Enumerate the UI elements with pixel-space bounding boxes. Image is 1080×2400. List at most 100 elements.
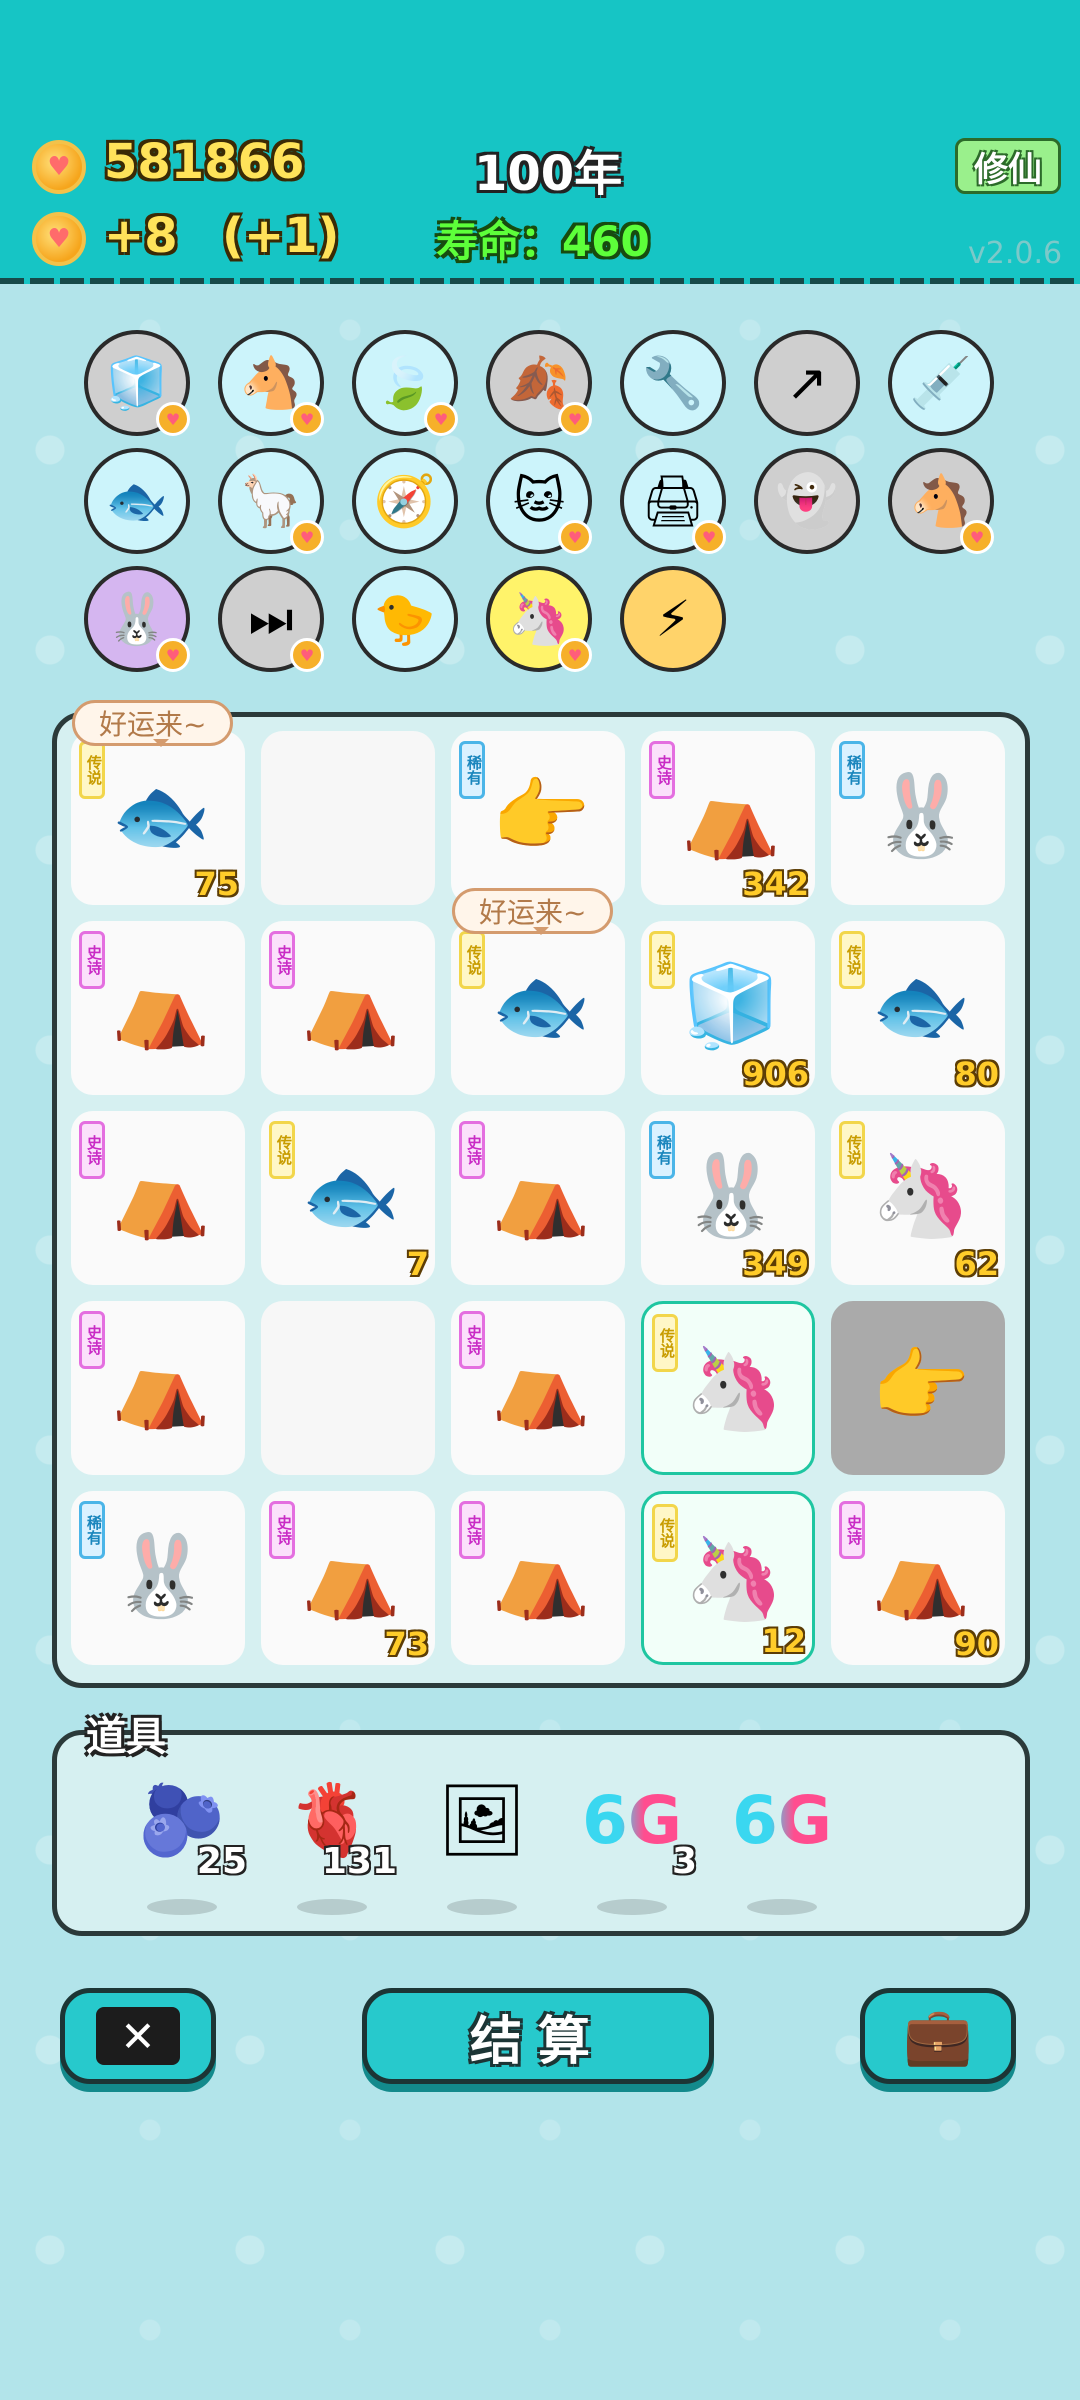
horse-pair-icon: 🐴	[239, 353, 303, 412]
xiuxian-button[interactable]: 修仙	[955, 138, 1061, 194]
item-slot[interactable]: ↗	[754, 330, 860, 436]
rarity-tag: 稀有	[459, 741, 485, 799]
piece-count: 75	[194, 865, 239, 903]
piece-count: 349	[742, 1245, 809, 1283]
item-slot[interactable]: 🧭	[352, 448, 458, 554]
item-slot[interactable]: 🐤	[352, 566, 458, 672]
board-cell[interactable]: 史诗 ⛺	[261, 921, 435, 1095]
bag-button[interactable]: 💼	[860, 1988, 1016, 2084]
item-slot[interactable]: 👻	[754, 448, 860, 554]
green-leaf-icon: 🍃	[373, 353, 437, 412]
heart-badge-icon: ♥	[558, 520, 592, 554]
item-slot[interactable]: 🐰 ♥	[84, 566, 190, 672]
settle-button[interactable]: 结算	[362, 1988, 714, 2084]
cat-icon: 🐱	[512, 472, 566, 530]
prop-item[interactable]: 6G	[717, 1765, 847, 1915]
rarity-tag: 史诗	[79, 1121, 105, 1179]
close-button[interactable]: ✕	[60, 1988, 216, 2084]
income-bonus: (+1)	[222, 208, 340, 264]
board-cell[interactable]: 传说 🦄 62	[831, 1111, 1005, 1285]
board-cell[interactable]: 史诗 ⛺ 90	[831, 1491, 1005, 1665]
board-cell[interactable]: 稀有 🐰 349	[641, 1111, 815, 1285]
rarity-tag: 传说	[649, 931, 675, 989]
board-cell[interactable]: 史诗 ⛺	[71, 921, 245, 1095]
prop-item[interactable]: 6G 3	[567, 1765, 697, 1915]
speech-bubble: 好运来~	[452, 888, 614, 935]
version-label: v2.0.6	[968, 236, 1063, 271]
props-title: 道具	[86, 1714, 166, 1760]
board-cell[interactable]: 史诗 ⛺ 342	[641, 731, 815, 905]
item-slot[interactable]: 🦄 ♥	[486, 566, 592, 672]
prop-shadow	[747, 1899, 817, 1915]
settle-label: 结算	[469, 2011, 606, 2072]
item-slot[interactable]: 💉	[888, 330, 994, 436]
board-cell[interactable]: 👉	[831, 1301, 1005, 1475]
item-slot[interactable]: 🧊 ♥	[84, 330, 190, 436]
board-cell[interactable]: 史诗 ⛺	[71, 1301, 245, 1475]
board-cell[interactable]: 传说 🧊 906	[641, 921, 815, 1095]
rarity-tag: 史诗	[79, 931, 105, 989]
close-icon: ✕	[96, 2007, 180, 2065]
piece-count: 7	[406, 1245, 429, 1283]
board-cell[interactable]: 传说 🐟 80	[831, 921, 1005, 1095]
prop-item[interactable]: 🫐 25	[117, 1765, 247, 1915]
board-cell[interactable]: 传说 🐟	[451, 921, 625, 1095]
board-cell[interactable]: 稀有 🐰	[831, 731, 1005, 905]
rarity-tag: 史诗	[459, 1121, 485, 1179]
prop-item[interactable]: 🫀 131	[267, 1765, 397, 1915]
item-slot[interactable]: 🐴 ♥	[888, 448, 994, 554]
yellow-leaf-icon: 🍂	[507, 353, 571, 412]
piece-icon: ⛺	[681, 769, 781, 862]
rarity-tag: 稀有	[79, 1501, 105, 1559]
heart-badge-icon: ♥	[156, 402, 190, 436]
piece-icon: ⛺	[871, 1529, 971, 1622]
heart-badge-icon: ♥	[290, 638, 324, 672]
piece-icon: 🐰	[681, 1149, 781, 1242]
piece-icon: 🐟	[491, 959, 591, 1052]
board-cell[interactable]: 传说 🐟 75	[71, 731, 245, 905]
speech-bubble: 好运来~	[72, 700, 234, 747]
item-slot[interactable]: 🔧	[620, 330, 726, 436]
piece-count: 62	[954, 1245, 999, 1283]
board-cell[interactable]: 史诗 ⛺	[451, 1491, 625, 1665]
item-slot[interactable]: 🐟	[84, 448, 190, 554]
piece-count: 906	[742, 1055, 809, 1093]
rarity-tag: 史诗	[459, 1501, 485, 1559]
board-cell[interactable]: 史诗 ⛺	[71, 1111, 245, 1285]
board-cell[interactable]: 传说 🦄 12	[641, 1491, 815, 1665]
board-cell[interactable]	[261, 1301, 435, 1475]
item-slot[interactable]: ⏭ ♥	[218, 566, 324, 672]
piece-icon: 🐟	[111, 769, 211, 862]
piece-icon: 🧊	[681, 959, 781, 1052]
board-cell[interactable]: 稀有 🐰	[71, 1491, 245, 1665]
board-cell[interactable]: 史诗 ⛺	[451, 1301, 625, 1475]
piece-count: 73	[384, 1625, 429, 1663]
piece-icon: 🐟	[301, 1149, 401, 1242]
item-slot[interactable]: 🐴 ♥	[218, 330, 324, 436]
compass-icon: 🧭	[373, 471, 437, 530]
rarity-tag: 传说	[839, 931, 865, 989]
merge-board: 传说 🐟 75 稀有 👉 史诗 ⛺ 342 稀有 🐰 史诗 ⛺ 史诗 ⛺ 传说 🐟 传说 🧊 906 传说 🐟 80 史诗 ⛺…	[52, 712, 1030, 1688]
board-cell[interactable]	[261, 731, 435, 905]
item-slot[interactable]: 🦙 ♥	[218, 448, 324, 554]
board-cell[interactable]: 史诗 ⛺ 73	[261, 1491, 435, 1665]
board-cell[interactable]: 稀有 👉	[451, 731, 625, 905]
board-cell[interactable]: 传说 🦄	[641, 1301, 815, 1475]
piece-icon: ⛺	[111, 959, 211, 1052]
rarity-tag: 传说	[652, 1314, 678, 1372]
prop-item[interactable]: 🖼	[417, 1765, 547, 1915]
board-cell[interactable]: 史诗 ⛺	[451, 1111, 625, 1285]
board-cell[interactable]: 传说 🐟 7	[261, 1111, 435, 1285]
rarity-tag: 传说	[459, 931, 485, 989]
piece-count: 12	[761, 1622, 806, 1660]
item-slot[interactable]: ⚡	[620, 566, 726, 672]
piece-icon: 🐰	[111, 1529, 211, 1622]
item-slot[interactable]: 🐱 ♥	[486, 448, 592, 554]
piece-icon: 🐟	[871, 959, 971, 1052]
piece-icon: 🐰	[871, 769, 971, 862]
item-slot[interactable]: 🍃 ♥	[352, 330, 458, 436]
unicorn-icon: 🦄	[507, 589, 571, 648]
item-slot[interactable]: 🖨 ♥	[620, 448, 726, 554]
item-slot[interactable]: 🍂 ♥	[486, 330, 592, 436]
heart-badge-icon: ♥	[156, 638, 190, 672]
